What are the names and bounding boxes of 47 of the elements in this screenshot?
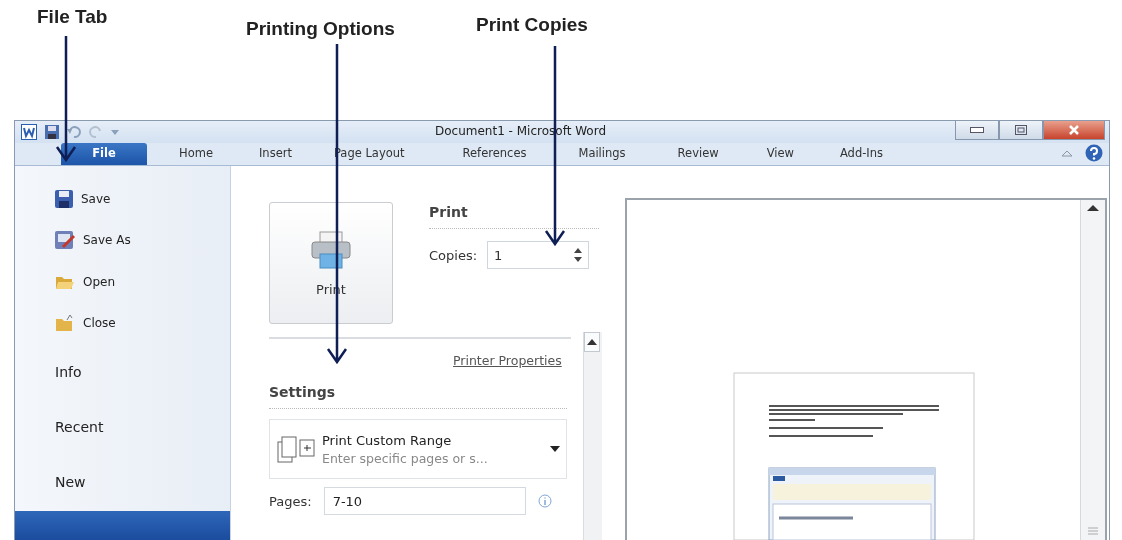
scroll-up-icon[interactable] [1087, 204, 1099, 212]
annotation-label: File Tab [37, 6, 108, 28]
menu-item[interactable]: Info [15, 344, 230, 399]
menu-command[interactable]: Close [15, 302, 230, 344]
dropdown-description: Enter specific pages or s... [322, 450, 489, 466]
minimize-button[interactable] [955, 121, 999, 140]
pages-field[interactable]: 7-10 [323, 487, 526, 515]
ribbon-tab[interactable]: File [61, 143, 147, 165]
scroll-up-icon[interactable] [587, 339, 597, 345]
restore-icon [1015, 125, 1027, 135]
annotation-label: Printing Options [246, 18, 395, 40]
scrollbar[interactable] [583, 332, 602, 540]
menu-item[interactable]: New [15, 454, 230, 510]
close-icon [1069, 125, 1079, 135]
ribbon-tab[interactable]: Review [677, 143, 719, 165]
word-logo-icon [21, 124, 37, 140]
ribbon-tab[interactable]: View [766, 143, 794, 165]
ribbon-tab[interactable]: Home [179, 143, 213, 165]
copies-spinner[interactable]: 1 [487, 241, 590, 269]
ribbon-tab[interactable]: Add-Ins [839, 143, 883, 165]
save-as-icon [55, 231, 75, 250]
spinner-arrows-icon[interactable] [574, 247, 583, 263]
printer-properties-link[interactable]: Printer Properties [453, 353, 562, 368]
field-label: Pages: [269, 493, 312, 509]
grip-icon [1087, 526, 1099, 536]
field-label: Copies: [429, 247, 478, 263]
section-heading: Settings [269, 384, 567, 409]
ribbon-tab[interactable]: References [462, 143, 527, 165]
dropdown-caret-icon [550, 446, 560, 452]
menu-command[interactable]: Save [15, 178, 230, 220]
menu-command[interactable]: Open [15, 261, 230, 303]
minimize-icon [970, 127, 984, 133]
menu-item[interactable]: Recent [15, 399, 230, 455]
scrollbar[interactable] [1080, 200, 1105, 540]
close-button[interactable] [1043, 121, 1105, 140]
maximize-button[interactable] [999, 121, 1043, 140]
annotation-label: Print Copies [476, 14, 588, 36]
section-heading: Print [429, 204, 599, 229]
printer-icon [310, 229, 352, 270]
help-icon[interactable] [1085, 144, 1103, 162]
ribbon-tab[interactable]: Mailings [578, 143, 626, 165]
folder-icon [55, 314, 75, 333]
ribbon-tab[interactable]: Insert [258, 143, 292, 165]
dropdown-title: Print Custom Range [322, 432, 453, 448]
print-range-dropdown[interactable]: Print Custom Range Enter specific pages or s... [269, 419, 567, 479]
save-icon[interactable] [45, 125, 59, 139]
menu-command[interactable]: Save As [15, 219, 230, 261]
